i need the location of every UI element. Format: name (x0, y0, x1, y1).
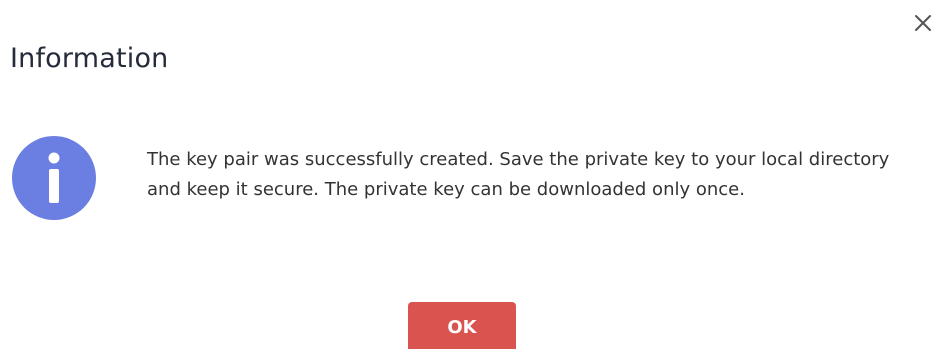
information-dialog: Information The key pair was successfull… (0, 0, 940, 349)
close-icon (915, 15, 931, 31)
dialog-message: The key pair was successfully created. S… (147, 149, 890, 200)
close-button[interactable] (912, 12, 934, 34)
ok-button[interactable]: OK (408, 302, 516, 349)
dialog-title: Information (10, 43, 169, 74)
info-icon (12, 136, 96, 220)
